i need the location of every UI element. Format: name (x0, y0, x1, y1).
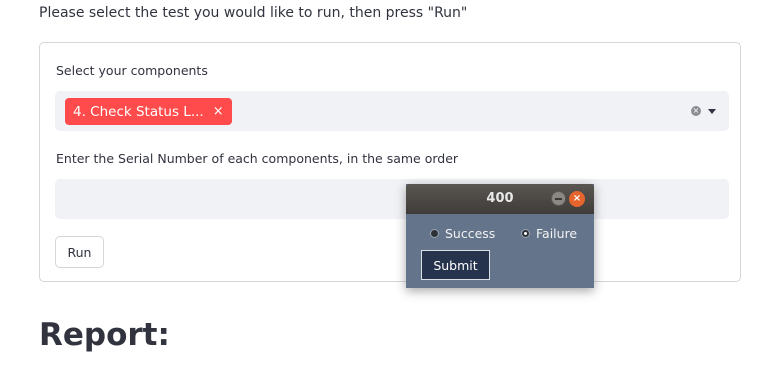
submit-button[interactable]: Submit (421, 250, 490, 280)
dialog-titlebar[interactable]: 400 × (406, 184, 594, 214)
remove-tag-icon[interactable]: × (213, 104, 224, 119)
test-form: Select your components 4. Check Status L… (39, 42, 741, 282)
selected-component-tag: 4. Check Status L... × (65, 98, 232, 125)
minimize-icon[interactable] (551, 191, 566, 206)
result-dialog: 400 × Success Failure Submit (406, 184, 594, 288)
radio-success-circle-icon[interactable] (430, 229, 439, 238)
radio-failure[interactable]: Failure (521, 226, 577, 241)
radio-success[interactable]: Success (430, 226, 495, 241)
radio-success-label: Success (445, 226, 496, 241)
report-heading: Report: (39, 317, 170, 353)
components-multiselect[interactable]: 4. Check Status L... × × (55, 91, 729, 131)
selected-component-label: 4. Check Status L... (73, 103, 204, 120)
run-button[interactable]: Run (55, 236, 104, 268)
components-label: Select your components (56, 63, 208, 78)
serial-number-input[interactable] (55, 179, 729, 219)
radio-failure-label: Failure (536, 226, 578, 241)
serial-number-label: Enter the Serial Number of each componen… (56, 151, 459, 166)
clear-selection-icon[interactable]: × (691, 106, 701, 116)
instructions-text: Please select the test you would like to… (39, 5, 468, 21)
radio-failure-circle-icon[interactable] (521, 229, 530, 238)
chevron-down-icon[interactable] (708, 109, 716, 114)
close-icon[interactable]: × (569, 191, 585, 207)
